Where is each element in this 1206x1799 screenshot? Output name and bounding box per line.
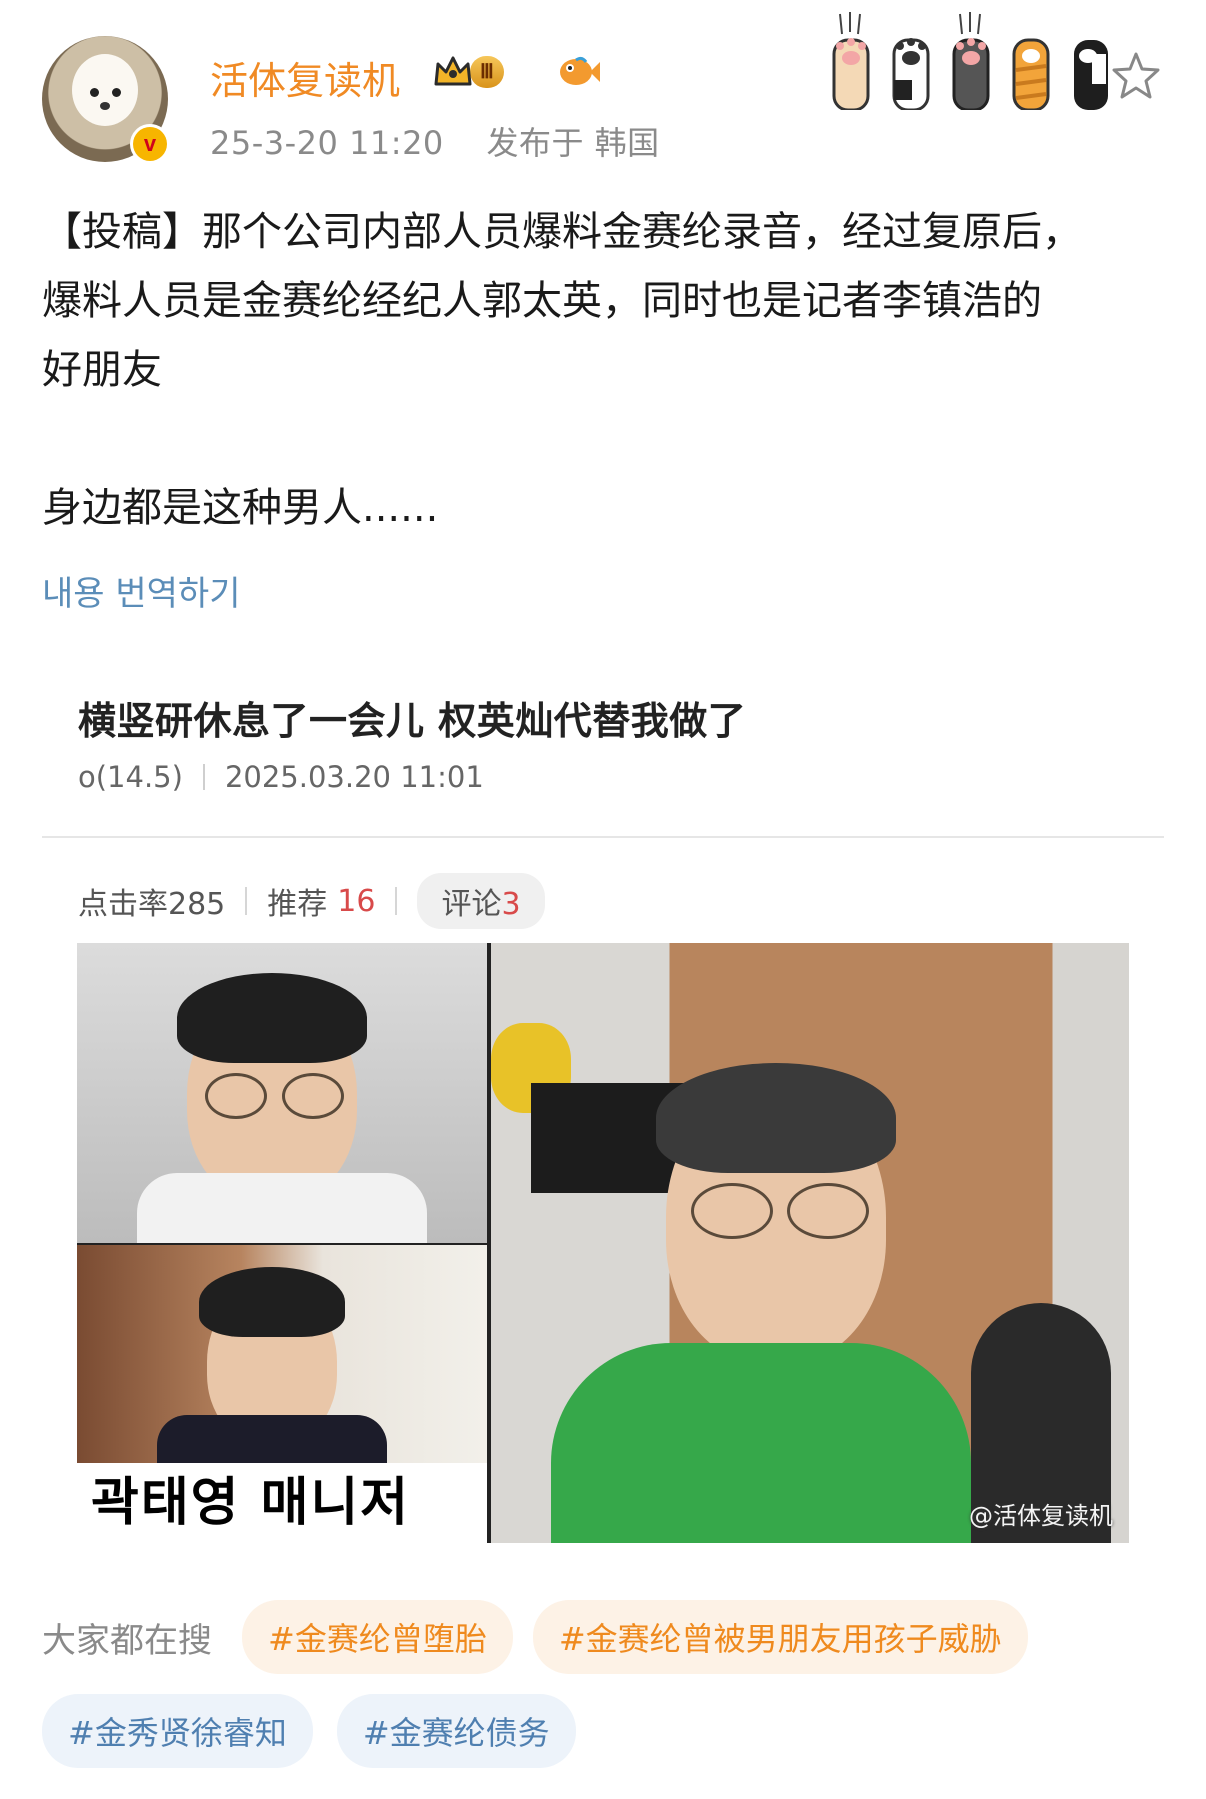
comments-button[interactable]: 评论3 [417, 873, 545, 929]
cat-paw-icon [1012, 38, 1050, 110]
post-meta: 25-3-20 11:20 发布于 韩国 [210, 118, 660, 164]
image-panel-top-left [77, 943, 487, 1243]
image-panel-bottom-left: 곽태영 매니저 [77, 1245, 487, 1543]
post-timestamp: 25-3-20 11:20 [210, 124, 444, 162]
cat-paw-icon [1074, 40, 1108, 110]
member-level: Ⅲ [470, 56, 504, 88]
post-location: 发布于 韩国 [486, 124, 660, 162]
divider [42, 836, 1164, 838]
comments-count: 3 [501, 887, 521, 922]
card-stats: 点击率285 推荐 16 评论3 [78, 873, 545, 929]
card-title[interactable]: 横竖研休息了一会儿 权英灿代替我做了 [78, 690, 746, 745]
translate-link[interactable]: 내용 번역하기 [42, 566, 241, 615]
hot-search-label: 大家都在搜 [42, 1620, 212, 1661]
post-image[interactable]: 곽태영 매니저 @活体复读机 [77, 943, 1129, 1543]
post-body: 【投稿】那个公司内部人员爆料金赛纶录音，经过复原后， 爆料人员是金赛纶经纪人郭太… [42, 198, 1172, 543]
hashtag-pill[interactable]: #金赛纶曾被男朋友用孩子威胁 [532, 1600, 1028, 1674]
recommend-label[interactable]: 推荐 [267, 879, 327, 923]
card-date: 2025.03.20 11:01 [224, 760, 484, 794]
star-icon[interactable] [1110, 50, 1162, 102]
image-watermark: @活体复读机 [969, 1502, 1113, 1530]
post-line: 好朋友 [42, 347, 162, 393]
username[interactable]: 活体复读机 [210, 50, 400, 105]
hashtag-pill[interactable]: #金秀贤徐睿知 [42, 1694, 313, 1768]
post-line: 身边都是这种男人...... [42, 485, 439, 531]
cat-paw-icon [952, 12, 990, 110]
hashtag-pill[interactable]: #金赛纶债务 [336, 1694, 576, 1768]
post-header: v 活体复读机 Ⅲ 25-3-20 11:20 发布于 韩国 [0, 0, 1206, 175]
post-line: 【投稿】那个公司内部人员爆料金赛纶录音，经过复原后， [42, 209, 1082, 255]
crown-icon [434, 56, 472, 86]
card-author: o(14.5) [78, 760, 183, 794]
cat-paw-icon [892, 38, 930, 110]
click-count: 点击率285 [78, 887, 226, 922]
fish-icon [560, 56, 600, 85]
hot-search-row: 大家都在搜 #金赛纶曾堕胎 #金赛纶曾被男朋友用孩子威胁 [42, 1600, 1028, 1674]
member-level-badge[interactable]: Ⅲ [432, 52, 504, 92]
comments-label: 评论 [441, 887, 502, 922]
verified-badge-icon: v [130, 124, 170, 164]
paw-decoration [826, 10, 1116, 110]
recommend-count: 16 [337, 883, 376, 919]
image-caption: 곽태영 매니저 [77, 1463, 487, 1543]
card-meta: o(14.5) 2025.03.20 11:01 [78, 760, 484, 794]
post-line: 爆料人员是金赛纶经纪人郭太英，同时也是记者李镇浩的 [42, 278, 1042, 324]
hashtag-row: #金秀贤徐睿知 #金赛纶债务 [42, 1694, 576, 1768]
cat-paw-icon [832, 12, 870, 110]
hashtag-pill[interactable]: #金赛纶曾堕胎 [242, 1600, 513, 1674]
image-panel-right: @活体复读机 [491, 943, 1129, 1543]
